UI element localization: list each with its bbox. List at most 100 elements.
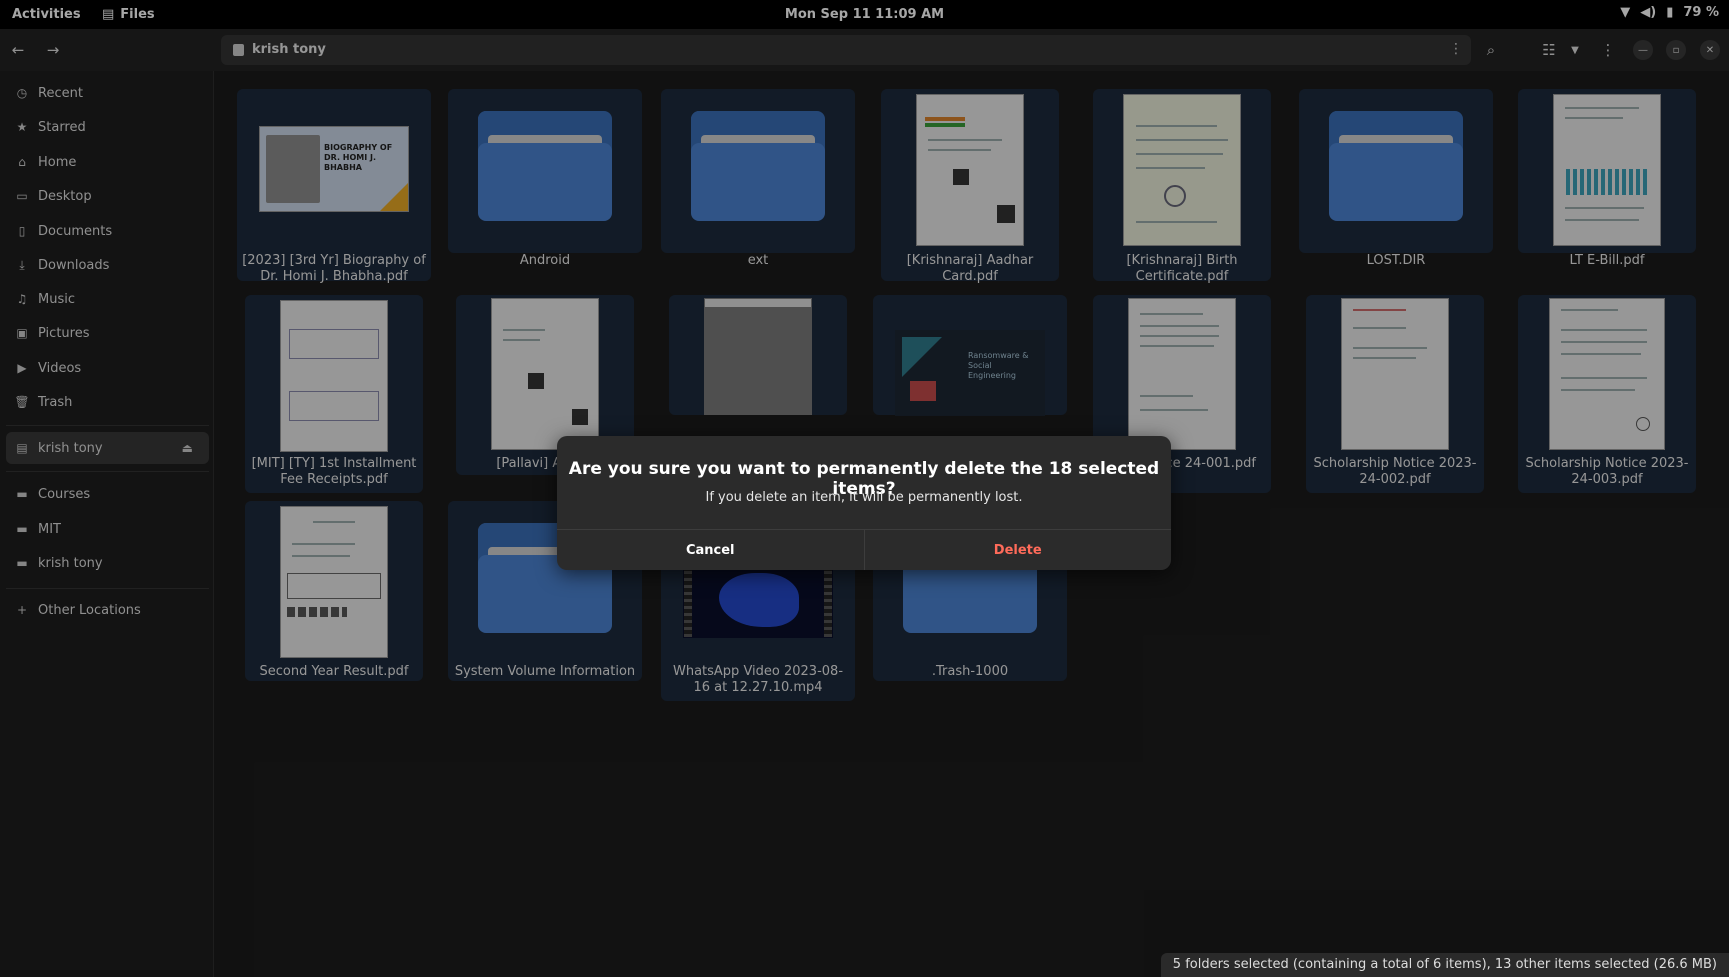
sidebar-item-trash[interactable]: 🗑 Trash <box>6 386 209 418</box>
file-item[interactable]: [Krishnaraj] Aadhar Card.pdf <box>881 89 1059 284</box>
folder-item[interactable]: ext <box>661 89 855 268</box>
sidebar: ◷ Recent ★ Starred ⌂ Home ▭ Desktop ▯ Documen… <box>0 71 214 977</box>
sidebar-item-other-locations[interactable]: + Other Locations <box>6 594 209 626</box>
pdf-thumbnail <box>1553 94 1661 246</box>
sidebar-item-music[interactable]: ♫ Music <box>6 283 209 315</box>
file-item[interactable]: BIOGRAPHY OF DR. HOMI J. BHABHA [2023] [… <box>237 89 431 284</box>
sidebar-item-courses[interactable]: ▬ Courses <box>6 478 209 510</box>
battery-level: 79 % <box>1683 5 1719 20</box>
sidebar-item-label: krish tony <box>38 440 103 456</box>
pdf-thumbnail <box>916 94 1024 246</box>
delete-confirmation-dialog: Are you sure you want to permanently del… <box>557 436 1171 570</box>
location-menu-icon[interactable]: ⋮ <box>1449 41 1463 57</box>
file-item[interactable]: [MIT] [TY] 1st Installment Fee Receipts.… <box>245 295 423 493</box>
sidebar-item-label: Courses <box>38 486 91 502</box>
clock[interactable]: Mon Sep 11 11:09 AM <box>0 7 1729 22</box>
sidebar-item-label: Starred <box>38 119 86 135</box>
file-item[interactable]: [Krishnaraj] Birth Certificate.pdf <box>1093 89 1271 284</box>
back-button[interactable]: ← <box>5 37 31 63</box>
sidebar-item-label: Documents <box>38 223 113 239</box>
sidebar-item-label: Home <box>38 154 77 170</box>
sidebar-item-label: krish tony <box>38 555 103 571</box>
pdf-thumbnail <box>1128 298 1236 450</box>
header-bar: ← → krish tony ⋮ ⌕ ☷ ▼ ⋮ — ▫ ✕ <box>0 29 1729 71</box>
sidebar-item-downloads[interactable]: ⤓ Downloads <box>6 249 209 281</box>
folder-icon: ▬ <box>16 556 28 570</box>
minimize-button[interactable]: — <box>1633 40 1653 60</box>
trash-icon: 🗑 <box>14 395 30 409</box>
sidebar-item-label: Trash <box>38 394 73 410</box>
folder-icon: ▬ <box>16 487 28 501</box>
pdf-thumbnail <box>1341 298 1449 450</box>
sidebar-item-label: Recent <box>38 85 83 101</box>
delete-button[interactable]: Delete <box>865 530 1172 570</box>
file-item[interactable]: Second Year Result.pdf <box>245 501 423 681</box>
sidebar-item-documents[interactable]: ▯ Documents <box>6 215 209 247</box>
folder-icon <box>1329 111 1463 221</box>
view-toggle-button[interactable]: ☷ <box>1536 37 1562 63</box>
chevron-down-icon: ▼ <box>1571 44 1579 56</box>
system-tray[interactable]: ▼ ◀) ▮ 79 % <box>1620 5 1719 20</box>
sidebar-item-recent[interactable]: ◷ Recent <box>6 77 209 109</box>
cancel-button[interactable]: Cancel <box>557 530 865 570</box>
file-item[interactable]: LT E-Bill.pdf <box>1518 89 1696 268</box>
sidebar-item-desktop[interactable]: ▭ Desktop <box>6 180 209 212</box>
file-name: LT E-Bill.pdf <box>1569 253 1645 268</box>
path-bar[interactable]: krish tony ⋮ <box>221 35 1471 65</box>
file-item[interactable]: Scholarship Notice 2023-24-003.pdf <box>1518 295 1696 493</box>
folder-icon <box>691 111 825 221</box>
file-name: [Krishnaraj] Birth Certificate.pdf <box>1126 253 1238 284</box>
pdf-thumbnail <box>280 300 388 452</box>
file-name: Android <box>519 253 571 268</box>
sidebar-divider <box>6 471 209 472</box>
video-thumbnail <box>683 566 833 638</box>
star-icon: ★ <box>16 120 28 134</box>
file-name: [MIT] [TY] 1st Installment Fee Receipts.… <box>251 456 417 487</box>
file-item[interactable]: Ransomware & Social Engineering <box>873 295 1067 416</box>
battery-icon: ▮ <box>1666 5 1674 20</box>
clock-icon: ◷ <box>16 86 28 100</box>
sidebar-item-krish-tony[interactable]: ▬ krish tony <box>6 547 209 579</box>
file-item[interactable] <box>669 295 847 415</box>
file-item[interactable]: Scholarship Notice 2023-24-002.pdf <box>1306 295 1484 493</box>
sidebar-item-device[interactable]: ▤ krish tony ⏏ <box>6 432 209 464</box>
download-icon: ⤓ <box>19 257 25 272</box>
sidebar-item-label: Desktop <box>38 188 92 204</box>
sidebar-item-pictures[interactable]: ▣ Pictures <box>6 317 209 349</box>
sidebar-item-starred[interactable]: ★ Starred <box>6 111 209 143</box>
sidebar-item-videos[interactable]: ▶ Videos <box>6 352 209 384</box>
sidebar-item-label: Other Locations <box>38 602 141 618</box>
file-name: Second Year Result.pdf <box>259 664 409 679</box>
search-button[interactable]: ⌕ <box>1478 37 1504 63</box>
sidebar-item-label: Pictures <box>38 325 90 341</box>
file-name: [Krishnaraj] Aadhar Card.pdf <box>906 253 1034 284</box>
sidebar-divider <box>6 425 209 426</box>
main-menu-button[interactable]: ⋮ <box>1595 37 1621 63</box>
drive-icon <box>233 43 244 56</box>
slide-title: Ransomware & Social Engineering <box>968 351 1029 380</box>
folder-item[interactable]: LOST.DIR <box>1299 89 1493 268</box>
plus-icon: + <box>16 603 28 617</box>
cover-title: BIOGRAPHY OF DR. HOMI J. BHABHA <box>324 143 393 172</box>
forward-button[interactable]: → <box>40 37 66 63</box>
pdf-thumbnail <box>491 298 599 450</box>
sidebar-item-label: Music <box>38 291 75 307</box>
close-button[interactable]: ✕ <box>1700 40 1720 60</box>
eject-icon[interactable]: ⏏ <box>182 441 193 455</box>
sidebar-item-mit[interactable]: ▬ MIT <box>6 513 209 545</box>
video-icon: ▶ <box>17 361 27 375</box>
image-thumbnail <box>704 298 812 415</box>
view-options-button[interactable]: ▼ <box>1562 37 1588 63</box>
file-name: .Trash-1000 <box>931 664 1009 679</box>
file-name: [2023] [3rd Yr] Biography of Dr. Homi J.… <box>242 253 426 284</box>
music-icon: ♫ <box>16 292 28 306</box>
desktop-icon: ▭ <box>16 189 28 203</box>
document-icon: ▯ <box>18 224 26 238</box>
maximize-icon: ▫ <box>1672 44 1680 56</box>
current-location[interactable]: krish tony <box>252 42 326 57</box>
maximize-button[interactable]: ▫ <box>1666 40 1686 60</box>
sidebar-item-home[interactable]: ⌂ Home <box>6 146 209 178</box>
arrow-left-icon: ← <box>11 41 25 59</box>
folder-item[interactable]: Android <box>448 89 642 268</box>
file-name: Scholarship Notice 2023-24-002.pdf <box>1313 456 1477 487</box>
